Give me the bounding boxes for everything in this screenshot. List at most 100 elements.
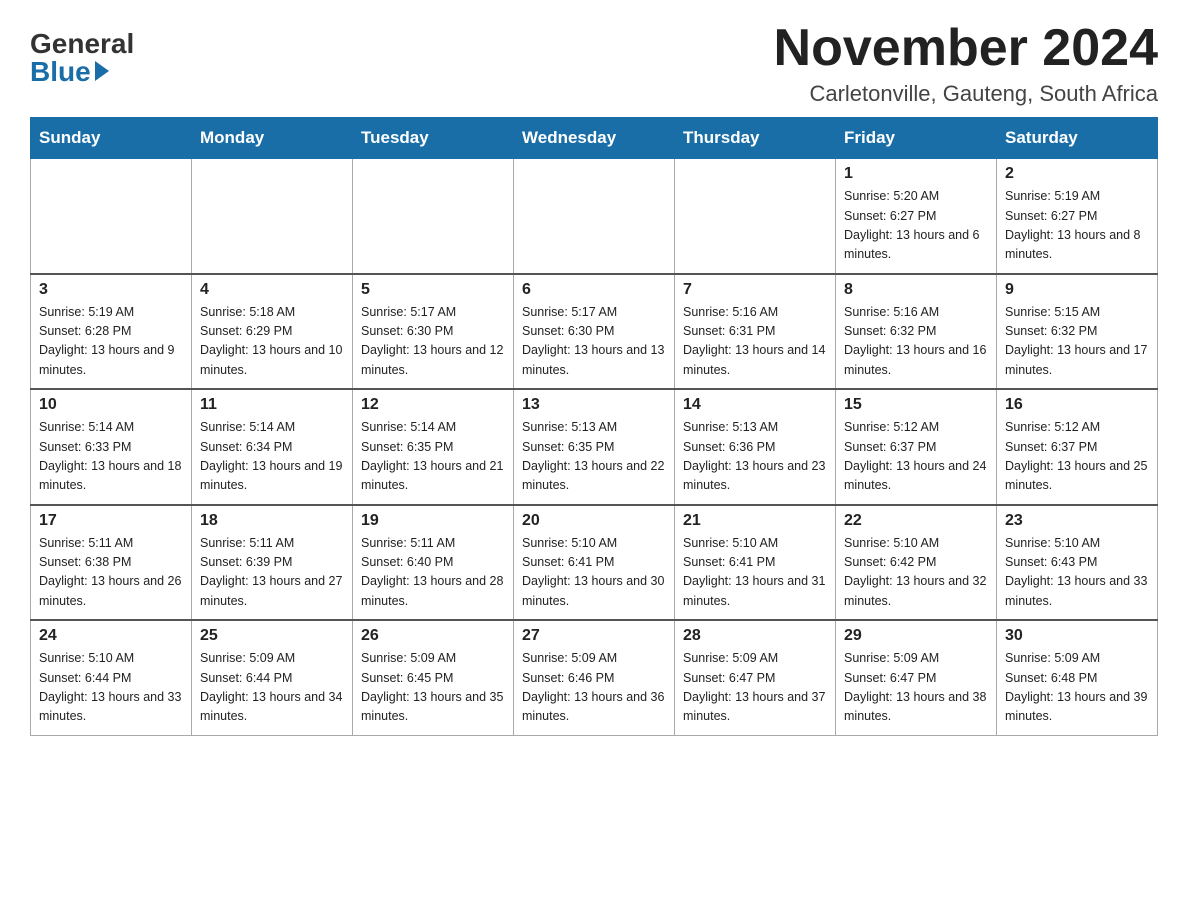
day-number: 18	[200, 512, 344, 530]
calendar-week-row: 10 Sunrise: 5:14 AMSunset: 6:33 PMDayligh…	[31, 389, 1158, 505]
day-number: 17	[39, 512, 183, 530]
day-info: Sunrise: 5:20 AMSunset: 6:27 PMDaylight:…	[844, 187, 988, 265]
day-number: 20	[522, 512, 666, 530]
calendar-week-row: 3 Sunrise: 5:19 AMSunset: 6:28 PMDaylight…	[31, 274, 1158, 390]
day-number: 23	[1005, 512, 1149, 530]
day-number: 7	[683, 281, 827, 299]
calendar-cell: 19 Sunrise: 5:11 AMSunset: 6:40 PMDayligh…	[353, 505, 514, 621]
day-info: Sunrise: 5:10 AMSunset: 6:41 PMDaylight:…	[522, 534, 666, 612]
calendar-cell	[514, 159, 675, 274]
calendar-cell: 5 Sunrise: 5:17 AMSunset: 6:30 PMDaylight…	[353, 274, 514, 390]
day-info: Sunrise: 5:13 AMSunset: 6:35 PMDaylight:…	[522, 418, 666, 496]
day-number: 16	[1005, 396, 1149, 414]
calendar-table: SundayMondayTuesdayWednesdayThursdayFrid…	[30, 117, 1158, 736]
day-info: Sunrise: 5:09 AMSunset: 6:45 PMDaylight:…	[361, 649, 505, 727]
calendar-week-row: 1 Sunrise: 5:20 AMSunset: 6:27 PMDaylight…	[31, 159, 1158, 274]
calendar-cell	[353, 159, 514, 274]
calendar-cell: 12 Sunrise: 5:14 AMSunset: 6:35 PMDayligh…	[353, 389, 514, 505]
calendar-cell: 13Sunrise: 5:13 AMSunset: 6:35 PMDayligh…	[514, 389, 675, 505]
day-info: Sunrise: 5:11 AMSunset: 6:39 PMDaylight:…	[200, 534, 344, 612]
logo: General Blue	[30, 30, 134, 86]
day-number: 11	[200, 396, 344, 414]
day-number: 25	[200, 627, 344, 645]
day-info: Sunrise: 5:12 AMSunset: 6:37 PMDaylight:…	[1005, 418, 1149, 496]
day-number: 12	[361, 396, 505, 414]
day-info: Sunrise: 5:14 AMSunset: 6:34 PMDaylight:…	[200, 418, 344, 496]
day-info: Sunrise: 5:13 AMSunset: 6:36 PMDaylight:…	[683, 418, 827, 496]
calendar-cell: 20 Sunrise: 5:10 AMSunset: 6:41 PMDayligh…	[514, 505, 675, 621]
day-number: 29	[844, 627, 988, 645]
calendar-cell: 11 Sunrise: 5:14 AMSunset: 6:34 PMDayligh…	[192, 389, 353, 505]
weekday-header-tuesday: Tuesday	[353, 118, 514, 159]
day-info: Sunrise: 5:09 AMSunset: 6:48 PMDaylight:…	[1005, 649, 1149, 727]
logo-arrow-icon	[95, 61, 109, 81]
day-info: Sunrise: 5:19 AMSunset: 6:27 PMDaylight:…	[1005, 187, 1149, 265]
calendar-cell: 27Sunrise: 5:09 AMSunset: 6:46 PMDayligh…	[514, 620, 675, 735]
day-number: 26	[361, 627, 505, 645]
day-info: Sunrise: 5:17 AMSunset: 6:30 PMDaylight:…	[361, 303, 505, 381]
day-info: Sunrise: 5:16 AMSunset: 6:32 PMDaylight:…	[844, 303, 988, 381]
weekday-header-wednesday: Wednesday	[514, 118, 675, 159]
calendar-cell: 14 Sunrise: 5:13 AMSunset: 6:36 PMDayligh…	[675, 389, 836, 505]
day-info: Sunrise: 5:14 AMSunset: 6:35 PMDaylight:…	[361, 418, 505, 496]
calendar-cell	[31, 159, 192, 274]
calendar-cell: 21Sunrise: 5:10 AMSunset: 6:41 PMDayligh…	[675, 505, 836, 621]
calendar-cell: 26 Sunrise: 5:09 AMSunset: 6:45 PMDayligh…	[353, 620, 514, 735]
day-info: Sunrise: 5:11 AMSunset: 6:38 PMDaylight:…	[39, 534, 183, 612]
calendar-cell: 6 Sunrise: 5:17 AMSunset: 6:30 PMDaylight…	[514, 274, 675, 390]
calendar-cell: 15Sunrise: 5:12 AMSunset: 6:37 PMDayligh…	[836, 389, 997, 505]
day-info: Sunrise: 5:14 AMSunset: 6:33 PMDaylight:…	[39, 418, 183, 496]
calendar-cell: 7Sunrise: 5:16 AMSunset: 6:31 PMDaylight…	[675, 274, 836, 390]
day-number: 4	[200, 281, 344, 299]
day-info: Sunrise: 5:09 AMSunset: 6:47 PMDaylight:…	[683, 649, 827, 727]
day-number: 8	[844, 281, 988, 299]
calendar-week-row: 24 Sunrise: 5:10 AMSunset: 6:44 PMDayligh…	[31, 620, 1158, 735]
calendar-cell: 3 Sunrise: 5:19 AMSunset: 6:28 PMDaylight…	[31, 274, 192, 390]
day-info: Sunrise: 5:10 AMSunset: 6:43 PMDaylight:…	[1005, 534, 1149, 612]
day-info: Sunrise: 5:09 AMSunset: 6:47 PMDaylight:…	[844, 649, 988, 727]
calendar-cell: 23 Sunrise: 5:10 AMSunset: 6:43 PMDayligh…	[997, 505, 1158, 621]
weekday-header-monday: Monday	[192, 118, 353, 159]
weekday-header-friday: Friday	[836, 118, 997, 159]
day-number: 9	[1005, 281, 1149, 299]
day-number: 22	[844, 512, 988, 530]
day-number: 10	[39, 396, 183, 414]
logo-general: General	[30, 30, 134, 58]
calendar-cell: 9 Sunrise: 5:15 AMSunset: 6:32 PMDaylight…	[997, 274, 1158, 390]
month-title: November 2024	[774, 20, 1158, 77]
day-number: 1	[844, 165, 988, 183]
day-info: Sunrise: 5:10 AMSunset: 6:42 PMDaylight:…	[844, 534, 988, 612]
calendar-cell: 24 Sunrise: 5:10 AMSunset: 6:44 PMDayligh…	[31, 620, 192, 735]
day-info: Sunrise: 5:18 AMSunset: 6:29 PMDaylight:…	[200, 303, 344, 381]
day-number: 21	[683, 512, 827, 530]
day-number: 24	[39, 627, 183, 645]
calendar-cell: 8 Sunrise: 5:16 AMSunset: 6:32 PMDaylight…	[836, 274, 997, 390]
weekday-header-row: SundayMondayTuesdayWednesdayThursdayFrid…	[31, 118, 1158, 159]
day-info: Sunrise: 5:12 AMSunset: 6:37 PMDaylight:…	[844, 418, 988, 496]
location-title: Carletonville, Gauteng, South Africa	[774, 81, 1158, 107]
day-info: Sunrise: 5:09 AMSunset: 6:44 PMDaylight:…	[200, 649, 344, 727]
day-number: 5	[361, 281, 505, 299]
calendar-cell: 28 Sunrise: 5:09 AMSunset: 6:47 PMDayligh…	[675, 620, 836, 735]
calendar-cell: 2Sunrise: 5:19 AMSunset: 6:27 PMDaylight…	[997, 159, 1158, 274]
day-number: 19	[361, 512, 505, 530]
calendar-cell: 16 Sunrise: 5:12 AMSunset: 6:37 PMDayligh…	[997, 389, 1158, 505]
day-info: Sunrise: 5:10 AMSunset: 6:44 PMDaylight:…	[39, 649, 183, 727]
day-number: 14	[683, 396, 827, 414]
day-info: Sunrise: 5:19 AMSunset: 6:28 PMDaylight:…	[39, 303, 183, 381]
day-info: Sunrise: 5:11 AMSunset: 6:40 PMDaylight:…	[361, 534, 505, 612]
calendar-cell: 18 Sunrise: 5:11 AMSunset: 6:39 PMDayligh…	[192, 505, 353, 621]
page-header: General Blue November 2024 Carletonville…	[30, 20, 1158, 107]
calendar-cell: 30 Sunrise: 5:09 AMSunset: 6:48 PMDayligh…	[997, 620, 1158, 735]
calendar-cell: 10 Sunrise: 5:14 AMSunset: 6:33 PMDayligh…	[31, 389, 192, 505]
day-number: 30	[1005, 627, 1149, 645]
calendar-cell: 25 Sunrise: 5:09 AMSunset: 6:44 PMDayligh…	[192, 620, 353, 735]
calendar-week-row: 17 Sunrise: 5:11 AMSunset: 6:38 PMDayligh…	[31, 505, 1158, 621]
day-info: Sunrise: 5:15 AMSunset: 6:32 PMDaylight:…	[1005, 303, 1149, 381]
day-number: 6	[522, 281, 666, 299]
logo-blue: Blue	[30, 58, 109, 86]
day-number: 28	[683, 627, 827, 645]
day-info: Sunrise: 5:17 AMSunset: 6:30 PMDaylight:…	[522, 303, 666, 381]
day-number: 3	[39, 281, 183, 299]
weekday-header-thursday: Thursday	[675, 118, 836, 159]
